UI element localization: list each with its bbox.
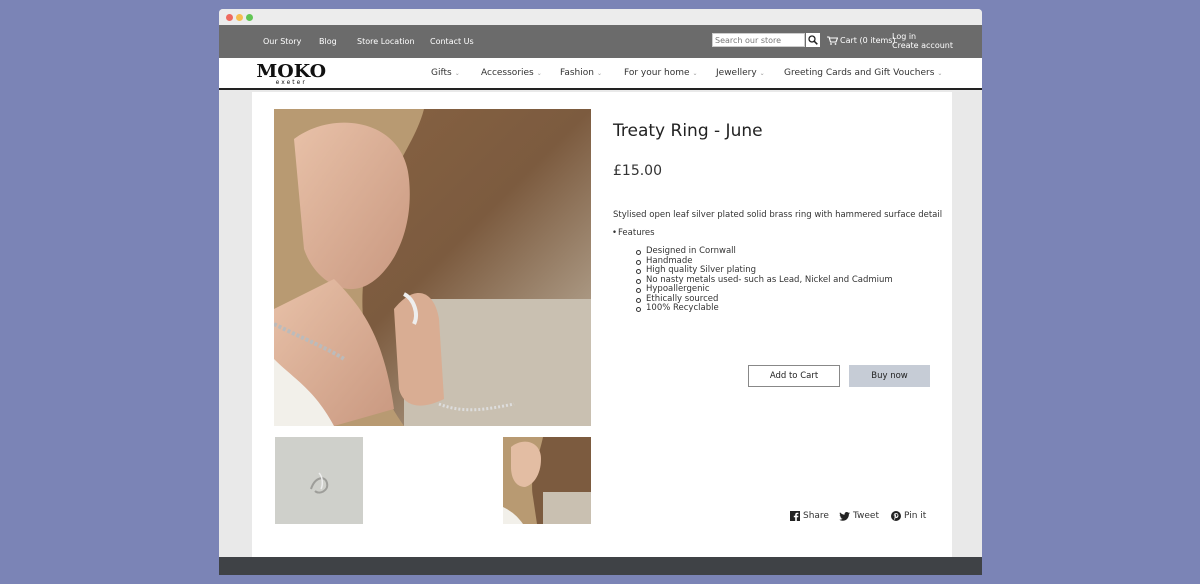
nav-item-greeting-cards[interactable]: Greeting Cards and Gift Vouchers ⌄: [784, 68, 942, 78]
nav-item-jewellery[interactable]: Jewellery ⌄: [716, 68, 765, 78]
chevron-down-icon: ⌄: [536, 70, 542, 77]
cart-icon: [827, 36, 838, 45]
product-page: Treaty Ring - June £15.00 Stylised open …: [252, 92, 952, 557]
login-link[interactable]: Log in: [892, 32, 953, 41]
ring-photo: [275, 437, 363, 524]
share-label: Share: [803, 511, 829, 521]
account-links: Log in Create account: [892, 32, 953, 50]
model-photo: [274, 109, 591, 426]
chevron-down-icon: ⌄: [937, 70, 943, 77]
nav-item-fashion[interactable]: Fashion ⌄: [560, 68, 602, 78]
buy-now-button[interactable]: Buy now: [849, 365, 930, 387]
nav-link-our-story[interactable]: Our Story: [263, 37, 301, 46]
share-facebook-button[interactable]: Share: [790, 511, 829, 521]
store-logo[interactable]: MOKO exeter: [256, 61, 327, 86]
model-thumbnail-photo: [503, 437, 591, 524]
maximize-window-button[interactable]: [246, 14, 253, 21]
create-account-link[interactable]: Create account: [892, 41, 953, 50]
cart-label: Cart (0 items): [840, 36, 896, 45]
top-bar: Our Story Blog Store Location Contact Us…: [219, 25, 982, 58]
nav-item-gifts[interactable]: Gifts ⌄: [431, 68, 460, 78]
search-icon: [808, 35, 818, 45]
window-titlebar: [219, 9, 982, 25]
main-navigation: MOKO exeter Gifts ⌄ Accessories ⌄ Fashion ⌄…: [219, 58, 982, 90]
nav-link-blog[interactable]: Blog: [319, 37, 337, 46]
product-main-image[interactable]: [274, 109, 591, 426]
nav-item-for-your-home[interactable]: For your home ⌄: [624, 68, 698, 78]
chevron-down-icon: ⌄: [596, 70, 603, 77]
page-footer: [219, 557, 982, 575]
product-thumbnail-model[interactable]: [503, 437, 591, 524]
search-input[interactable]: Search our store: [712, 33, 805, 47]
features-list: Designed in Cornwall Handmade High quali…: [636, 246, 893, 314]
nav-link-store-location[interactable]: Store Location: [357, 37, 415, 46]
cart-link[interactable]: Cart (0 items): [827, 36, 896, 45]
twitter-icon: [839, 511, 850, 521]
add-to-cart-button[interactable]: Add to Cart: [748, 365, 840, 387]
product-title: Treaty Ring - June: [613, 121, 763, 141]
chevron-down-icon: ⌄: [692, 70, 698, 77]
chevron-down-icon: ⌄: [759, 70, 765, 77]
product-thumbnail-ring[interactable]: [275, 437, 363, 524]
list-item: 100% Recyclable: [636, 303, 893, 314]
chevron-down-icon: ⌄: [454, 70, 460, 77]
product-price: £15.00: [613, 163, 662, 179]
tweet-label: Tweet: [853, 511, 879, 521]
pinterest-icon: [891, 511, 901, 521]
features-heading: Features: [612, 228, 654, 238]
search-button[interactable]: [806, 33, 820, 47]
nav-link-contact-us[interactable]: Contact Us: [430, 37, 474, 46]
facebook-icon: [790, 511, 800, 521]
tweet-button[interactable]: Tweet: [839, 511, 879, 521]
pin-it-button[interactable]: Pin it: [891, 511, 926, 521]
minimize-window-button[interactable]: [236, 14, 243, 21]
browser-window: Our Story Blog Store Location Contact Us…: [219, 9, 982, 575]
product-description: Stylised open leaf silver plated solid b…: [613, 210, 943, 220]
nav-item-accessories[interactable]: Accessories ⌄: [481, 68, 542, 78]
pin-it-label: Pin it: [904, 511, 927, 521]
logo-text: MOKO: [256, 61, 327, 82]
close-window-button[interactable]: [226, 14, 233, 21]
